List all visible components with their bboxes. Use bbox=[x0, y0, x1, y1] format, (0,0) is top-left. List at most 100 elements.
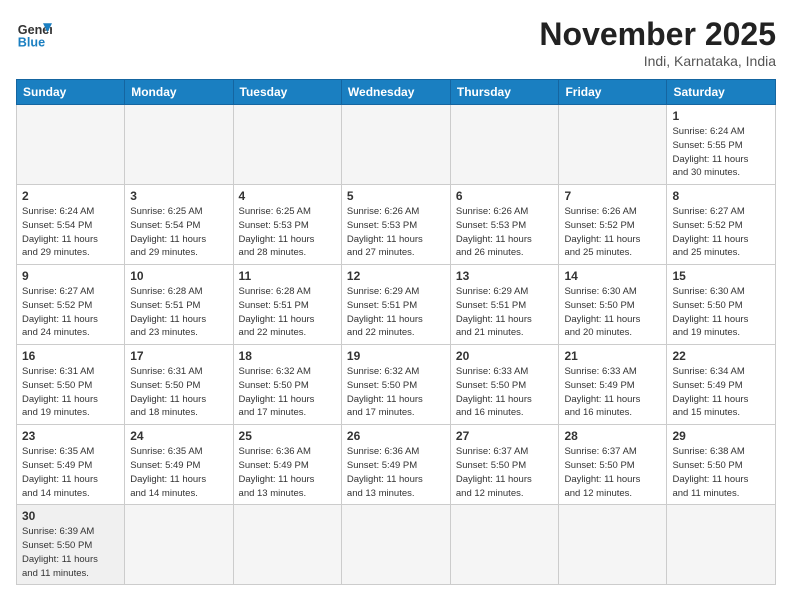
day-info: Sunrise: 6:36 AM Sunset: 5:49 PM Dayligh… bbox=[347, 445, 445, 500]
day-number: 23 bbox=[22, 429, 119, 443]
calendar-cell bbox=[559, 505, 667, 585]
calendar-week-row: 9Sunrise: 6:27 AM Sunset: 5:52 PM Daylig… bbox=[17, 265, 776, 345]
calendar-cell: 7 Sunrise: 6:26 AM Sunset: 5:52 PM Daylig… bbox=[559, 185, 667, 265]
day-info: Sunrise: 6:37 AM Sunset: 5:50 PM Dayligh… bbox=[456, 445, 554, 500]
calendar-cell: 20Sunrise: 6:33 AM Sunset: 5:50 PM Dayli… bbox=[450, 345, 559, 425]
calendar-cell: 9Sunrise: 6:27 AM Sunset: 5:52 PM Daylig… bbox=[17, 265, 125, 345]
calendar-cell: 11 Sunrise: 6:28 AM Sunset: 5:51 PM Dayli… bbox=[233, 265, 341, 345]
day-of-week-header: Wednesday bbox=[341, 80, 450, 105]
calendar-cell: 12 Sunrise: 6:29 AM Sunset: 5:51 PM Dayli… bbox=[341, 265, 450, 345]
day-info: Sunrise: 6:26 AM Sunset: 5:52 PM Dayligh… bbox=[564, 205, 661, 260]
day-info: Sunrise: 6:27 AM Sunset: 5:52 PM Dayligh… bbox=[672, 205, 770, 260]
day-info: Sunrise: 6:31 AM Sunset: 5:50 PM Dayligh… bbox=[22, 365, 119, 420]
day-info: Sunrise: 6:24 AM Sunset: 5:54 PM Dayligh… bbox=[22, 205, 119, 260]
day-info: Sunrise: 6:39 AM Sunset: 5:50 PM Dayligh… bbox=[22, 525, 119, 580]
day-info: Sunrise: 6:26 AM Sunset: 5:53 PM Dayligh… bbox=[347, 205, 445, 260]
day-info: Sunrise: 6:33 AM Sunset: 5:50 PM Dayligh… bbox=[456, 365, 554, 420]
day-number: 1 bbox=[672, 109, 770, 123]
calendar-week-row: 16 Sunrise: 6:31 AM Sunset: 5:50 PM Dayli… bbox=[17, 345, 776, 425]
day-of-week-header: Monday bbox=[125, 80, 233, 105]
day-info: Sunrise: 6:29 AM Sunset: 5:51 PM Dayligh… bbox=[347, 285, 445, 340]
calendar-cell: 27 Sunrise: 6:37 AM Sunset: 5:50 PM Dayli… bbox=[450, 425, 559, 505]
calendar-header-row: SundayMondayTuesdayWednesdayThursdayFrid… bbox=[17, 80, 776, 105]
day-number: 24 bbox=[130, 429, 227, 443]
day-number: 7 bbox=[564, 189, 661, 203]
calendar-week-row: 30 Sunrise: 6:39 AM Sunset: 5:50 PM Dayli… bbox=[17, 505, 776, 585]
day-number: 8 bbox=[672, 189, 770, 203]
day-number: 19 bbox=[347, 349, 445, 363]
calendar-cell: 26 Sunrise: 6:36 AM Sunset: 5:49 PM Dayli… bbox=[341, 425, 450, 505]
svg-text:Blue: Blue bbox=[18, 36, 45, 50]
day-info: Sunrise: 6:37 AM Sunset: 5:50 PM Dayligh… bbox=[564, 445, 661, 500]
calendar-cell: 29 Sunrise: 6:38 AM Sunset: 5:50 PM Dayli… bbox=[667, 425, 776, 505]
day-info: Sunrise: 6:25 AM Sunset: 5:53 PM Dayligh… bbox=[239, 205, 336, 260]
calendar-week-row: 23 Sunrise: 6:35 AM Sunset: 5:49 PM Dayli… bbox=[17, 425, 776, 505]
day-number: 11 bbox=[239, 269, 336, 283]
day-of-week-header: Friday bbox=[559, 80, 667, 105]
calendar-cell: 3 Sunrise: 6:25 AM Sunset: 5:54 PM Daylig… bbox=[125, 185, 233, 265]
day-number: 29 bbox=[672, 429, 770, 443]
calendar-cell: 21 Sunrise: 6:33 AM Sunset: 5:49 PM Dayli… bbox=[559, 345, 667, 425]
calendar-cell bbox=[450, 505, 559, 585]
calendar-cell bbox=[125, 505, 233, 585]
day-number: 2 bbox=[22, 189, 119, 203]
calendar-table: SundayMondayTuesdayWednesdayThursdayFrid… bbox=[16, 79, 776, 585]
calendar-cell: 15 Sunrise: 6:30 AM Sunset: 5:50 PM Dayli… bbox=[667, 265, 776, 345]
calendar-cell: 1 Sunrise: 6:24 AM Sunset: 5:55 PM Daylig… bbox=[667, 105, 776, 185]
calendar-cell bbox=[17, 105, 125, 185]
day-number: 28 bbox=[564, 429, 661, 443]
day-number: 22 bbox=[672, 349, 770, 363]
logo-icon: General Blue bbox=[16, 16, 52, 52]
calendar-cell: 24Sunrise: 6:35 AM Sunset: 5:49 PM Dayli… bbox=[125, 425, 233, 505]
day-number: 14 bbox=[564, 269, 661, 283]
calendar-week-row: 2 Sunrise: 6:24 AM Sunset: 5:54 PM Daylig… bbox=[17, 185, 776, 265]
calendar-cell: 16 Sunrise: 6:31 AM Sunset: 5:50 PM Dayli… bbox=[17, 345, 125, 425]
calendar-cell: 30 Sunrise: 6:39 AM Sunset: 5:50 PM Dayli… bbox=[17, 505, 125, 585]
day-number: 3 bbox=[130, 189, 227, 203]
day-info: Sunrise: 6:35 AM Sunset: 5:49 PM Dayligh… bbox=[22, 445, 119, 500]
day-number: 12 bbox=[347, 269, 445, 283]
day-number: 5 bbox=[347, 189, 445, 203]
day-number: 17 bbox=[130, 349, 227, 363]
calendar-cell: 13 Sunrise: 6:29 AM Sunset: 5:51 PM Dayli… bbox=[450, 265, 559, 345]
calendar-cell: 4 Sunrise: 6:25 AM Sunset: 5:53 PM Daylig… bbox=[233, 185, 341, 265]
location: Indi, Karnataka, India bbox=[539, 53, 776, 69]
calendar-cell: 28 Sunrise: 6:37 AM Sunset: 5:50 PM Dayli… bbox=[559, 425, 667, 505]
day-of-week-header: Sunday bbox=[17, 80, 125, 105]
day-info: Sunrise: 6:38 AM Sunset: 5:50 PM Dayligh… bbox=[672, 445, 770, 500]
calendar-cell bbox=[341, 105, 450, 185]
month-title: November 2025 bbox=[539, 16, 776, 53]
day-info: Sunrise: 6:30 AM Sunset: 5:50 PM Dayligh… bbox=[672, 285, 770, 340]
day-info: Sunrise: 6:28 AM Sunset: 5:51 PM Dayligh… bbox=[130, 285, 227, 340]
day-number: 27 bbox=[456, 429, 554, 443]
page-header: General Blue November 2025 Indi, Karnata… bbox=[16, 16, 776, 69]
day-number: 13 bbox=[456, 269, 554, 283]
day-number: 10 bbox=[130, 269, 227, 283]
day-info: Sunrise: 6:29 AM Sunset: 5:51 PM Dayligh… bbox=[456, 285, 554, 340]
calendar-cell bbox=[233, 105, 341, 185]
calendar-cell: 8 Sunrise: 6:27 AM Sunset: 5:52 PM Daylig… bbox=[667, 185, 776, 265]
calendar-cell: 6Sunrise: 6:26 AM Sunset: 5:53 PM Daylig… bbox=[450, 185, 559, 265]
calendar-cell: 23 Sunrise: 6:35 AM Sunset: 5:49 PM Dayli… bbox=[17, 425, 125, 505]
day-number: 30 bbox=[22, 509, 119, 523]
day-number: 6 bbox=[456, 189, 554, 203]
day-number: 15 bbox=[672, 269, 770, 283]
calendar-cell: 17 Sunrise: 6:31 AM Sunset: 5:50 PM Dayli… bbox=[125, 345, 233, 425]
day-number: 25 bbox=[239, 429, 336, 443]
day-info: Sunrise: 6:30 AM Sunset: 5:50 PM Dayligh… bbox=[564, 285, 661, 340]
day-info: Sunrise: 6:25 AM Sunset: 5:54 PM Dayligh… bbox=[130, 205, 227, 260]
calendar-cell bbox=[233, 505, 341, 585]
day-info: Sunrise: 6:33 AM Sunset: 5:49 PM Dayligh… bbox=[564, 365, 661, 420]
calendar-cell: 10 Sunrise: 6:28 AM Sunset: 5:51 PM Dayli… bbox=[125, 265, 233, 345]
calendar-cell bbox=[125, 105, 233, 185]
day-number: 26 bbox=[347, 429, 445, 443]
day-info: Sunrise: 6:24 AM Sunset: 5:55 PM Dayligh… bbox=[672, 125, 770, 180]
day-info: Sunrise: 6:31 AM Sunset: 5:50 PM Dayligh… bbox=[130, 365, 227, 420]
day-number: 4 bbox=[239, 189, 336, 203]
calendar-cell: 14 Sunrise: 6:30 AM Sunset: 5:50 PM Dayli… bbox=[559, 265, 667, 345]
day-number: 16 bbox=[22, 349, 119, 363]
calendar-cell bbox=[667, 505, 776, 585]
day-number: 21 bbox=[564, 349, 661, 363]
day-info: Sunrise: 6:28 AM Sunset: 5:51 PM Dayligh… bbox=[239, 285, 336, 340]
day-of-week-header: Saturday bbox=[667, 80, 776, 105]
